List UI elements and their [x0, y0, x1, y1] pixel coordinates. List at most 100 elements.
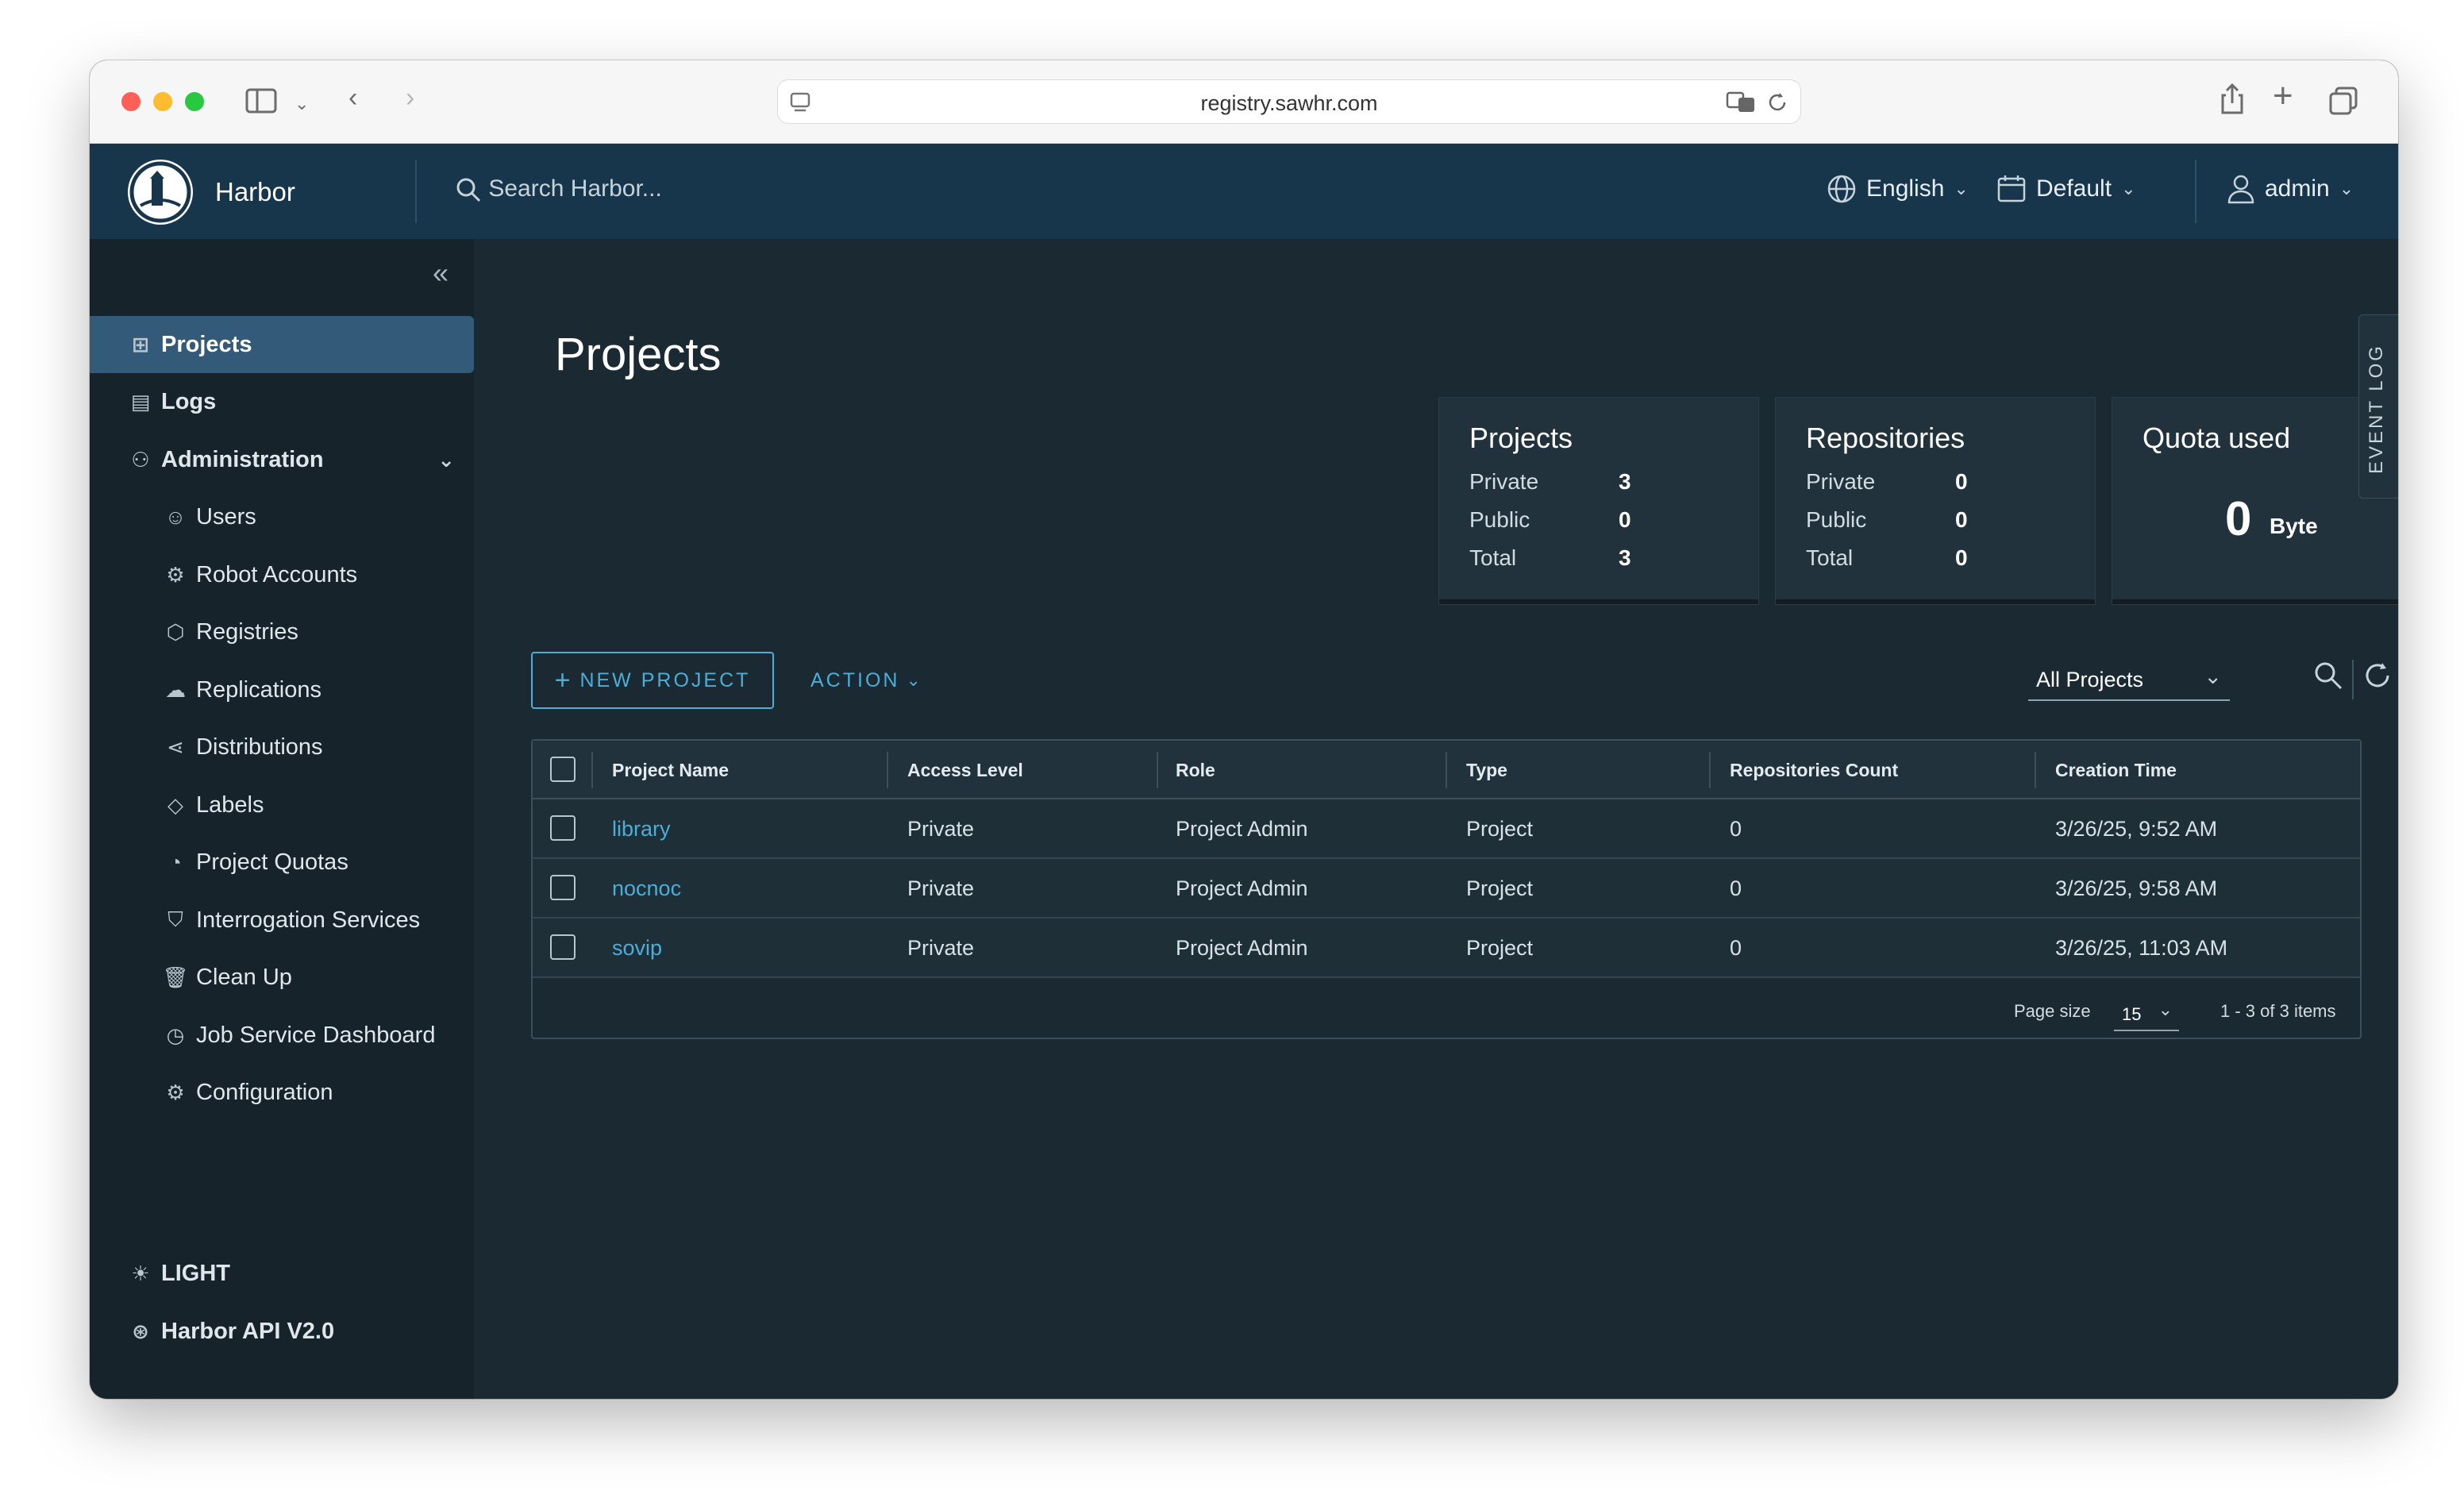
refresh-icon[interactable]: [2362, 660, 2393, 699]
search-icon[interactable]: [2312, 660, 2344, 699]
row-checkbox[interactable]: [550, 815, 576, 841]
app-header: Harbor Search Harbor... English ⌄ Defaul…: [90, 144, 2398, 239]
card-title: Repositories: [1806, 422, 1965, 454]
sidebar-item-clean-up[interactable]: 🗑 Clean Up: [90, 949, 474, 1006]
sidebar-item-label: Labels: [196, 791, 264, 818]
dashboard-icon: ◷: [166, 1023, 185, 1047]
sidebar-item-replications[interactable]: ☁ Replications: [90, 661, 474, 718]
projects-summary-card: Projects Private 3 Public 0 Total 3: [1439, 398, 1758, 604]
role-cell: Project Admin: [1176, 817, 1308, 841]
language-selector[interactable]: English ⌄: [1827, 174, 1969, 204]
translate-icon[interactable]: [1726, 90, 1758, 114]
action-label: ACTION: [810, 668, 900, 691]
card-row-label: Public: [1469, 507, 1530, 532]
back-icon[interactable]: ‹: [348, 84, 357, 111]
collapse-sidebar-icon[interactable]: «: [433, 256, 449, 290]
column-divider: [887, 752, 888, 788]
sidebar-item-distributions[interactable]: ⋖ Distributions: [90, 718, 474, 776]
row-checkbox[interactable]: [550, 934, 576, 960]
repositories-count-cell: 0: [1730, 817, 1742, 841]
event-log-tab[interactable]: EVENT LOG: [2358, 314, 2398, 499]
column-header-repositories-count[interactable]: Repositories Count: [1730, 760, 1898, 781]
repositories-count-cell: 0: [1730, 876, 1742, 900]
sidebar-item-label: Distributions: [196, 734, 323, 760]
table-footer: Page size 15 ⌄ 1 - 3 of 3 items: [533, 980, 2360, 1039]
sidebar-item-administration[interactable]: ⚇ Administration ⌄: [90, 431, 474, 488]
creation-time-cell: 3/26/25, 9:58 AM: [2055, 876, 2218, 900]
table-row[interactable]: sovip Private Project Admin Project 0 3/…: [533, 919, 2360, 978]
total-projects-count: 3: [1619, 545, 1631, 570]
new-tab-icon[interactable]: +: [2273, 79, 2293, 114]
close-window-button[interactable]: [121, 92, 141, 111]
zoom-window-button[interactable]: [185, 92, 204, 111]
sidebar-item-robot-accounts[interactable]: ⚙ Robot Accounts: [90, 546, 474, 603]
project-filter-select[interactable]: All Projects ⌄: [2028, 660, 2230, 701]
new-project-button[interactable]: + NEW PROJECT: [531, 652, 774, 709]
browser-window: ⌄ ‹ › registry.sawhr.com + Harbor Search…: [90, 60, 2398, 1399]
project-name-link[interactable]: library: [612, 817, 671, 842]
datetime-format-selector[interactable]: Default ⌄: [1996, 174, 2136, 204]
public-projects-count: 0: [1619, 507, 1631, 532]
table-row[interactable]: library Private Project Admin Project 0 …: [533, 799, 2360, 859]
sidebar-item-logs[interactable]: ▤ Logs: [90, 373, 474, 430]
card-row-label: Total: [1806, 545, 1854, 570]
column-header-project-name[interactable]: Project Name: [612, 760, 729, 781]
sidebar-item-projects[interactable]: ⊞ Projects: [90, 316, 474, 373]
event-log-label: EVENT LOG: [2366, 344, 2387, 474]
logs-icon: ▤: [130, 389, 151, 414]
select-all-checkbox[interactable]: [550, 757, 576, 782]
page-size-select[interactable]: 15 ⌄: [2114, 996, 2179, 1031]
page-title: Projects: [555, 329, 722, 380]
page-size-value: 15: [2122, 1004, 2142, 1024]
share-icon[interactable]: [2219, 83, 2246, 119]
sidebar-item-registries[interactable]: ⬡ Registries: [90, 603, 474, 660]
chevron-down-icon[interactable]: ⌄: [295, 91, 309, 117]
sun-icon: ☀: [131, 1261, 150, 1285]
labels-icon: ◇: [167, 792, 183, 817]
sidebar-item-label: Replications: [196, 676, 321, 703]
column-header-type[interactable]: Type: [1466, 760, 1507, 781]
sidebar-item-project-quotas[interactable]: ◔ Project Quotas: [90, 834, 474, 891]
username: admin: [2265, 175, 2330, 202]
address-bar[interactable]: registry.sawhr.com: [777, 79, 1801, 124]
sidebar-item-interrogation-services[interactable]: ⛉ Interrogation Services: [90, 892, 474, 949]
filter-value: All Projects: [2036, 668, 2144, 691]
brand-name[interactable]: Harbor: [215, 177, 295, 207]
datetime-format-label: Default: [2036, 175, 2112, 202]
global-search[interactable]: Search Harbor...: [455, 175, 662, 203]
sidebar-item-configuration[interactable]: ⚙ Configuration: [90, 1064, 474, 1121]
type-cell: Project: [1466, 876, 1534, 900]
toolbar-divider: [2352, 660, 2354, 699]
sidebar-item-label: Project Quotas: [196, 849, 348, 875]
sidebar-item-labels[interactable]: ◇ Labels: [90, 776, 474, 834]
browser-toolbar: ⌄ ‹ › registry.sawhr.com +: [90, 60, 2398, 144]
private-repositories-count: 0: [1955, 469, 1968, 494]
user-menu[interactable]: admin ⌄: [2227, 174, 2354, 204]
sidebar-item-users[interactable]: ☺ Users: [90, 488, 474, 545]
project-name-link[interactable]: sovip: [612, 936, 662, 961]
sidebar-item-label: Users: [196, 503, 256, 530]
table-row[interactable]: nocnoc Private Project Admin Project 0 3…: [533, 859, 2360, 919]
theme-toggle[interactable]: ☀ LIGHT: [90, 1245, 474, 1302]
sidebar-toggle-icon[interactable]: [245, 87, 277, 119]
page-size-label: Page size: [2014, 1001, 2091, 1021]
row-checkbox[interactable]: [550, 875, 576, 900]
plus-icon: +: [554, 664, 571, 695]
column-header-access-level[interactable]: Access Level: [907, 760, 1023, 781]
minimize-window-button[interactable]: [153, 92, 172, 111]
sidebar: « ⊞ Projects ▤ Logs ⚇ Administration ⌄ ☺…: [90, 239, 474, 1399]
shield-icon: ⛉: [167, 907, 183, 931]
card-row-label: Private: [1469, 469, 1539, 494]
reload-icon[interactable]: [1765, 90, 1789, 115]
action-dropdown-button[interactable]: ACTION ⌄: [810, 652, 921, 709]
harbor-logo[interactable]: [128, 160, 193, 225]
column-header-role[interactable]: Role: [1176, 760, 1215, 781]
sidebar-item-job-service-dashboard[interactable]: ◷ Job Service Dashboard: [90, 1007, 474, 1064]
creation-time-cell: 3/26/25, 11:03 AM: [2055, 936, 2228, 960]
tab-overview-icon[interactable]: [2328, 86, 2358, 121]
chevron-down-icon: ⌄: [2204, 664, 2222, 688]
project-name-link[interactable]: nocnoc: [612, 876, 681, 901]
forward-icon[interactable]: ›: [406, 84, 414, 111]
api-explorer-link[interactable]: ⊛ Harbor API V2.0: [90, 1303, 474, 1360]
column-header-creation-time[interactable]: Creation Time: [2055, 760, 2177, 781]
